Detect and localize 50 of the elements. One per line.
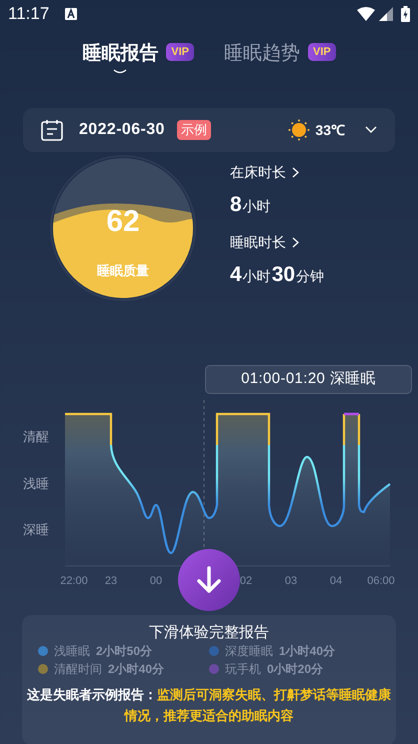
sun-icon xyxy=(288,119,310,141)
time-label: 23 xyxy=(104,575,118,585)
legend-value: 0小时20分 xyxy=(267,660,324,678)
score-label: 睡眠质量 xyxy=(97,262,149,280)
time-label: 04 xyxy=(330,575,342,585)
battery-icon xyxy=(401,6,410,22)
legend-value: 2小时50分 xyxy=(96,642,152,660)
stat-value: 小时 xyxy=(242,267,271,286)
signal-icon xyxy=(379,7,393,21)
legend-label: 清醒时间 xyxy=(54,660,102,678)
sleep-score: 62 xyxy=(106,205,140,239)
wifi-icon xyxy=(357,7,375,21)
time-label: 03 xyxy=(284,575,298,585)
stage-label: 清醒 xyxy=(23,429,49,444)
stat-value: 分钟 xyxy=(296,267,324,286)
tab[interactable]: 睡眠报告 xyxy=(82,40,158,68)
stage-tooltip: 01:00-01:20 深睡眠 xyxy=(205,365,412,394)
chevron-right-icon[interactable] xyxy=(292,166,299,178)
tab[interactable]: 睡眠趋势 xyxy=(224,40,300,68)
stat-title[interactable]: 在床时长 xyxy=(230,162,286,182)
stat-value: 30 xyxy=(272,262,296,288)
vip-badge: VIP xyxy=(166,43,194,61)
time-label: 02 xyxy=(240,575,252,585)
notification-icon xyxy=(65,8,78,20)
stat-value: 4 xyxy=(230,262,242,288)
temperature: 33℃ xyxy=(315,120,345,140)
tab-indicator-icon xyxy=(113,68,128,74)
legend-value: 2小时40分 xyxy=(108,660,164,678)
stat-value: 8 xyxy=(230,192,242,218)
date-text[interactable]: 2022-06-30 xyxy=(79,118,165,142)
chevron-down-icon[interactable] xyxy=(365,126,377,134)
time-label: 00 xyxy=(150,575,162,585)
stat-value: 小时 xyxy=(242,197,271,216)
chevron-right-icon[interactable] xyxy=(292,236,299,248)
stage-label: 深睡 xyxy=(23,522,49,537)
stage-label: 浅睡 xyxy=(23,476,49,491)
sample-notice: 这是失眠者示例报告：监测后可洞察失眠、打鼾梦话等睡眠健康情况，推荐更适合的助眠内容 xyxy=(26,686,392,725)
status-time: 11:17 xyxy=(8,3,50,26)
calendar-icon[interactable] xyxy=(41,119,63,141)
legend-label: 玩手机 xyxy=(225,660,261,678)
legend-value: 1小时40分 xyxy=(279,642,336,660)
legend-label: 浅睡眠 xyxy=(54,642,90,660)
time-label: 06:00 xyxy=(367,575,395,585)
time-label: 22:00 xyxy=(60,575,88,585)
vip-badge: VIP xyxy=(308,43,336,61)
arrow-down-icon xyxy=(197,566,221,594)
legend-label: 深度睡眠 xyxy=(225,642,273,660)
sample-tag: 示例 xyxy=(176,120,211,140)
swipe-prompt: 下滑体验完整报告 xyxy=(148,623,270,643)
stat-title[interactable]: 睡眠时长 xyxy=(230,232,286,252)
